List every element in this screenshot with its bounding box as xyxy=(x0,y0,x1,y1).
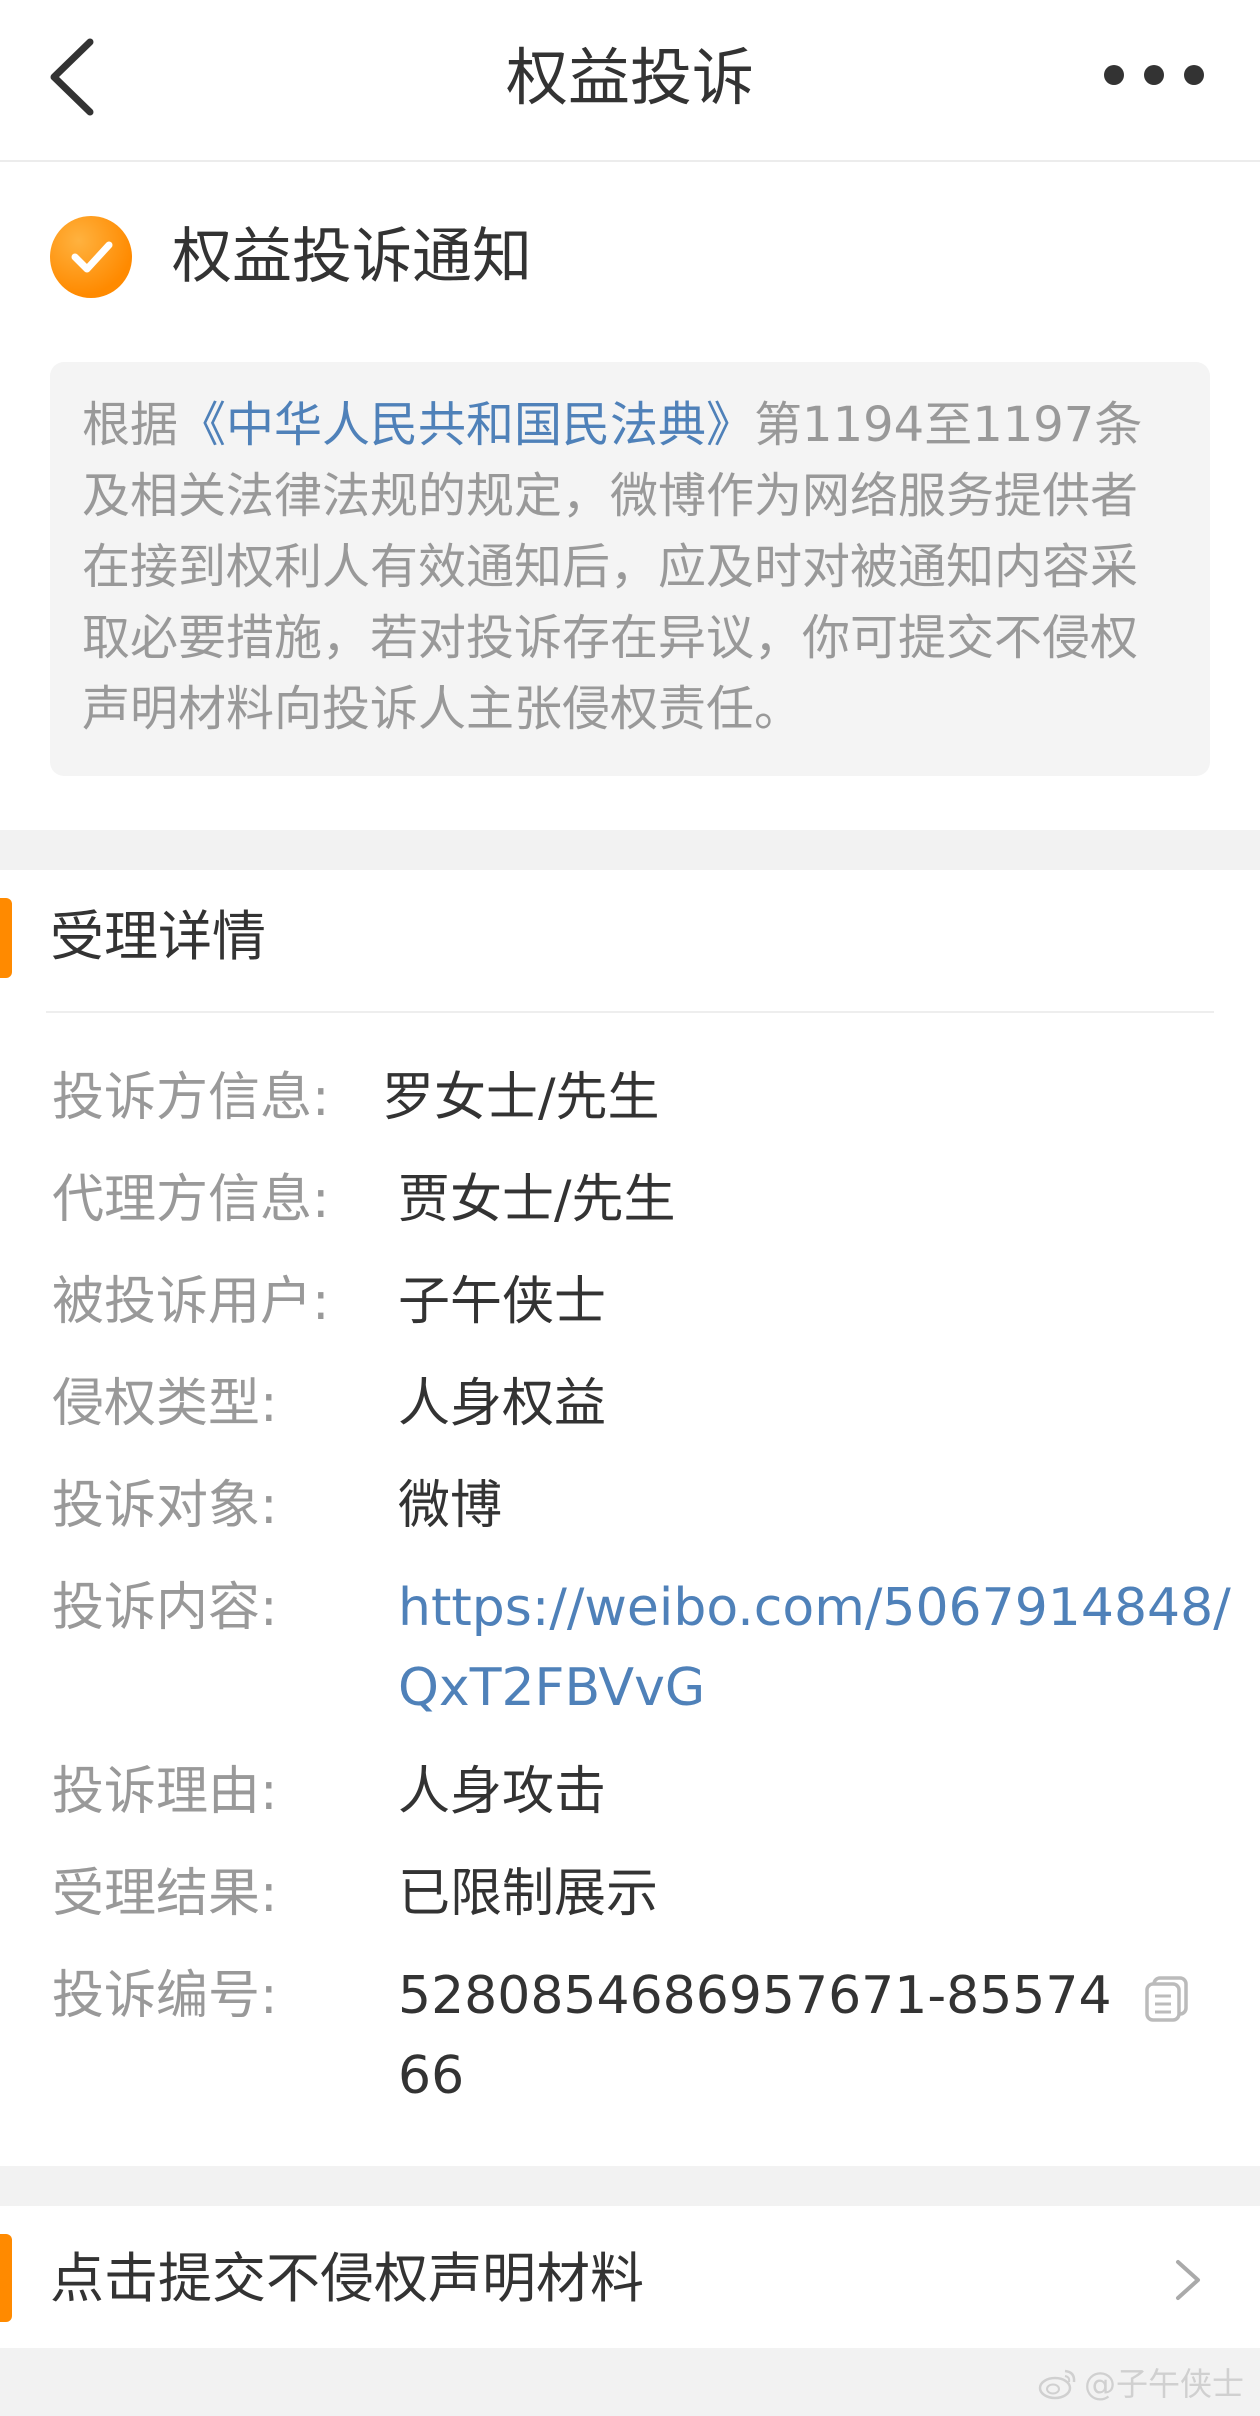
more-button[interactable] xyxy=(1104,60,1204,90)
detail-value: 微博 xyxy=(398,1476,503,1536)
detail-label: 受理结果: xyxy=(52,1864,278,1924)
notice-text: 根据《中华人民共和国民法典》第1194至1197条及相关法律法规的规定，微博作为… xyxy=(50,362,1210,776)
more-dots-icon xyxy=(1104,65,1124,85)
copy-icon[interactable] xyxy=(1142,1972,1192,2022)
detail-value: 已限制展示 xyxy=(398,1864,659,1924)
complaint-id-value: 5280854686957671-8557466 xyxy=(398,1966,1112,2106)
more-dot xyxy=(1184,65,1204,85)
notice-text-prefix: 根据 xyxy=(82,397,179,453)
complaint-page: 权益投诉 权益投诉通知 根据《中华人民共和国民法典》第1194至1197条及相关… xyxy=(0,0,1260,2416)
detail-label: 投诉内容: xyxy=(52,1578,278,1638)
detail-label: 代理方信息: xyxy=(52,1170,330,1230)
notice-title: 权益投诉通知 xyxy=(172,222,532,292)
nav-header: 权益投诉 xyxy=(0,0,1260,162)
detail-value: 人身权益 xyxy=(398,1374,607,1434)
detail-label: 侵权类型: xyxy=(52,1374,278,1434)
submit-statement-row[interactable]: 点击提交不侵权声明材料 xyxy=(0,2208,1260,2348)
detail-value: 人身攻击 xyxy=(398,1762,607,1822)
detail-label: 投诉理由: xyxy=(52,1762,278,1822)
section-gap xyxy=(0,2166,1260,2206)
accent-bar xyxy=(0,898,12,978)
detail-label: 投诉方信息: xyxy=(52,1068,330,1128)
section-gap xyxy=(0,830,1260,870)
detail-label: 投诉对象: xyxy=(52,1476,278,1536)
detail-value: 罗女士/先生 xyxy=(382,1068,660,1128)
section-title: 受理详情 xyxy=(50,905,266,968)
notice-header: 权益投诉通知 xyxy=(50,214,532,300)
content-link[interactable]: https://weibo.com/5067914848/QxT2FBVvG xyxy=(398,1568,1238,1728)
law-link[interactable]: 《中华人民共和国民法典》 xyxy=(178,397,754,453)
chevron-right-icon xyxy=(1170,2256,1206,2304)
page-title: 权益投诉 xyxy=(505,41,754,114)
detail-label: 被投诉用户: xyxy=(52,1272,330,1332)
divider xyxy=(46,1011,1214,1013)
submit-statement-label: 点击提交不侵权声明材料 xyxy=(50,2247,644,2310)
detail-value: 子午侠士 xyxy=(398,1272,607,1332)
watermark: @子午侠士 xyxy=(1038,2362,1244,2406)
more-dot xyxy=(1144,65,1164,85)
weibo-logo-icon xyxy=(1038,2369,1076,2400)
check-circle-icon xyxy=(50,216,132,298)
watermark-text: @子午侠士 xyxy=(1084,2365,1245,2403)
details-section-header: 受理详情 xyxy=(0,892,1260,992)
accent-bar xyxy=(0,2234,12,2322)
detail-label: 投诉编号: xyxy=(52,1966,278,2026)
detail-value: 贾女士/先生 xyxy=(398,1170,676,1230)
